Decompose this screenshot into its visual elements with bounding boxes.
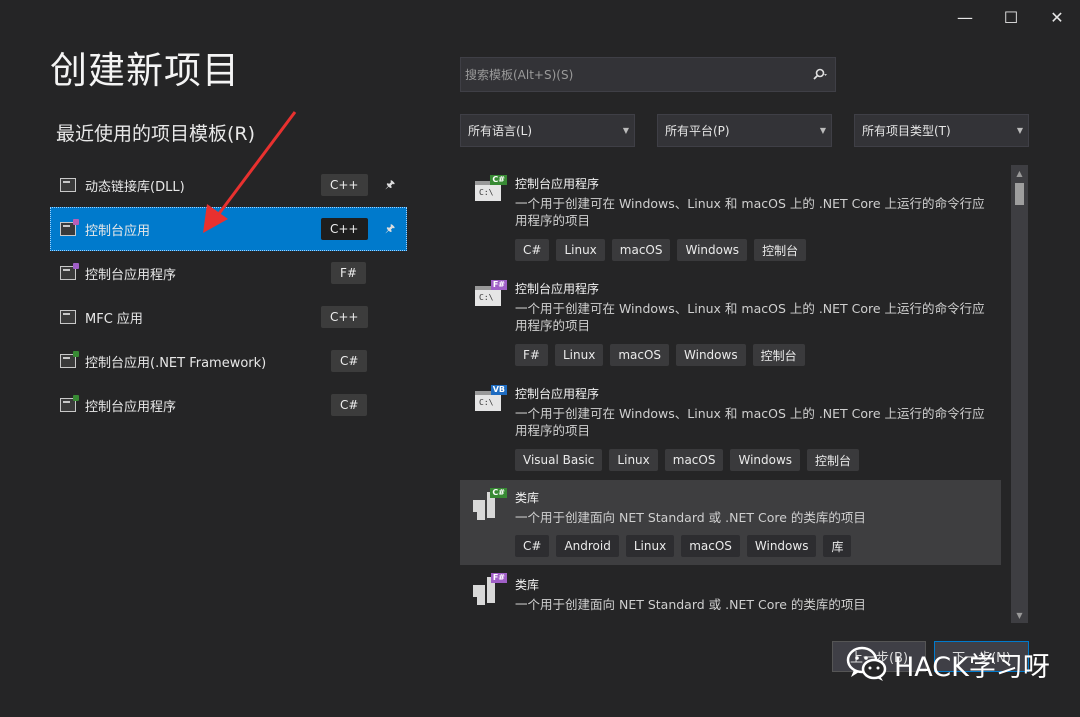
tag: C# [515,535,550,557]
language-badge: F# [490,573,507,583]
template-tags: C# Android Linux macOS Windows 库 [515,535,852,557]
tag: 库 [823,535,852,557]
template-title: 类库 [515,491,540,505]
tag: F# [515,344,548,366]
console-app-icon: C:\ F# [475,280,507,306]
chevron-down-icon: ▼ [819,126,826,135]
recent-item-console-app-csharp[interactable]: 控制台应用程序 C# [50,383,407,427]
template-list-scrollbar[interactable]: ▲ ▼ [1011,165,1028,623]
console-project-icon [60,395,79,412]
tag: macOS [611,239,671,261]
class-library-icon: C# [473,488,507,522]
tag: Linux [556,239,605,261]
tag: C# [515,239,550,261]
template-item[interactable]: C:\ C# 控制台应用程序 一个用于创建可在 Windows、Linux 和 … [460,165,1001,270]
language-badge: VB [490,385,507,395]
pin-icon[interactable]: 🖈 [385,176,395,195]
search-icon[interactable] [805,68,835,82]
recent-item-console-app-cpp[interactable]: 控制台应用 C++ 🖈 [50,207,407,251]
mfc-project-icon [60,310,76,324]
scroll-up-icon[interactable]: ▲ [1011,165,1028,181]
minimize-button[interactable]: — [942,0,988,34]
platform-filter-dropdown[interactable]: 所有平台(P) ▼ [657,114,832,147]
maximize-button[interactable]: ☐ [988,0,1034,34]
chevron-down-icon: ▼ [1016,126,1023,135]
recent-item-console-app-fsharp[interactable]: 控制台应用程序 F# [50,251,407,295]
template-description: 一个用于创建可在 Windows、Linux 和 macOS 上的 .NET C… [515,406,985,438]
language-filter-value: 所有语言(L) [468,124,533,138]
tag: Linux [609,449,658,471]
close-button[interactable]: ✕ [1034,0,1080,34]
template-item[interactable]: C:\ VB 控制台应用程序 一个用于创建可在 Windows、Linux 和 … [460,375,1001,480]
recent-item-dll[interactable]: 动态链接库(DLL) C++ 🖈 [50,163,407,207]
platform-filter-value: 所有平台(P) [665,124,730,138]
language-tag: C++ [321,218,368,240]
template-item[interactable]: F# 类库 一个用于创建面向 NET Standard 或 .NET Core … [460,565,1001,623]
watermark-text: HACK学习呀 [894,651,1050,683]
recent-templates-heading: 最近使用的项目模板(R) [56,123,256,145]
tag: Linux [625,535,675,557]
tag: Windows [676,344,746,366]
recent-item-console-netfx[interactable]: 控制台应用(.NET Framework) C# [50,339,407,383]
project-type-filter-dropdown[interactable]: 所有项目类型(T) ▼ [854,114,1029,147]
template-description: 一个用于创建可在 Windows、Linux 和 macOS 上的 .NET C… [515,196,985,228]
template-item[interactable]: C# 类库 一个用于创建面向 NET Standard 或 .NET Core … [460,480,1001,565]
console-app-icon: C:\ C# [475,175,507,201]
language-badge: C# [490,488,507,498]
template-tags: Visual Basic Linux macOS Windows 控制台 [515,449,860,471]
tag: Windows [746,535,817,557]
scroll-down-icon[interactable]: ▼ [1011,607,1028,623]
tag: Linux [554,344,604,366]
tag: Android [556,535,619,557]
language-tag: F# [331,262,366,284]
window-controls: — ☐ ✕ [942,0,1080,34]
recent-templates-list: 动态链接库(DLL) C++ 🖈 控制台应用 C++ 🖈 控制台应用程序 F# … [50,163,407,427]
language-tag: C++ [321,174,368,196]
template-title: 控制台应用程序 [515,387,600,401]
language-tag: C# [331,350,368,372]
template-search-box [460,57,836,92]
language-badge: C# [490,175,507,185]
page-title: 创建新项目 [50,49,240,92]
language-tag: C# [331,394,368,416]
template-title: 类库 [515,578,540,592]
template-item[interactable]: C:\ F# 控制台应用程序 一个用于创建可在 Windows、Linux 和 … [460,270,1001,375]
tag: macOS [664,449,724,471]
tag: Visual Basic [515,449,603,471]
console-project-icon [60,219,79,236]
console-project-icon [60,263,79,280]
template-title: 控制台应用程序 [515,282,600,296]
template-title: 控制台应用程序 [515,177,600,191]
project-type-filter-value: 所有项目类型(T) [862,124,951,138]
dll-project-icon [60,178,76,192]
wechat-logo-icon [846,644,888,684]
recent-item-mfc-app[interactable]: MFC 应用 C++ [50,295,407,339]
scrollbar-thumb[interactable] [1015,183,1024,205]
template-description: 一个用于创建面向 NET Standard 或 .NET Core 的类库的项目 [515,597,866,612]
tag: 控制台 [752,344,805,366]
tag: macOS [610,344,670,366]
pin-icon[interactable]: 🖈 [385,220,395,239]
language-filter-dropdown[interactable]: 所有语言(L) ▼ [460,114,635,147]
watermark: HACK学习呀 [846,644,1050,684]
console-project-icon [60,351,79,368]
template-list: C:\ C# 控制台应用程序 一个用于创建可在 Windows、Linux 和 … [460,165,1028,623]
tag: macOS [681,535,740,557]
class-library-icon: F# [473,573,507,607]
tag: Windows [730,449,801,471]
console-app-icon: C:\ VB [475,385,507,411]
search-input[interactable] [461,58,805,91]
template-description: 一个用于创建面向 NET Standard 或 .NET Core 的类库的项目 [515,510,866,525]
chevron-down-icon: ▼ [622,126,629,135]
tag: 控制台 [754,239,807,261]
tag: Windows [677,239,748,261]
language-tag: C++ [321,306,368,328]
template-description: 一个用于创建可在 Windows、Linux 和 macOS 上的 .NET C… [515,301,985,333]
tag: 控制台 [807,449,860,471]
language-badge: F# [490,280,507,290]
template-tags: C# Linux macOS Windows 控制台 [515,239,807,261]
template-tags: F# Linux macOS Windows 控制台 [515,344,805,366]
